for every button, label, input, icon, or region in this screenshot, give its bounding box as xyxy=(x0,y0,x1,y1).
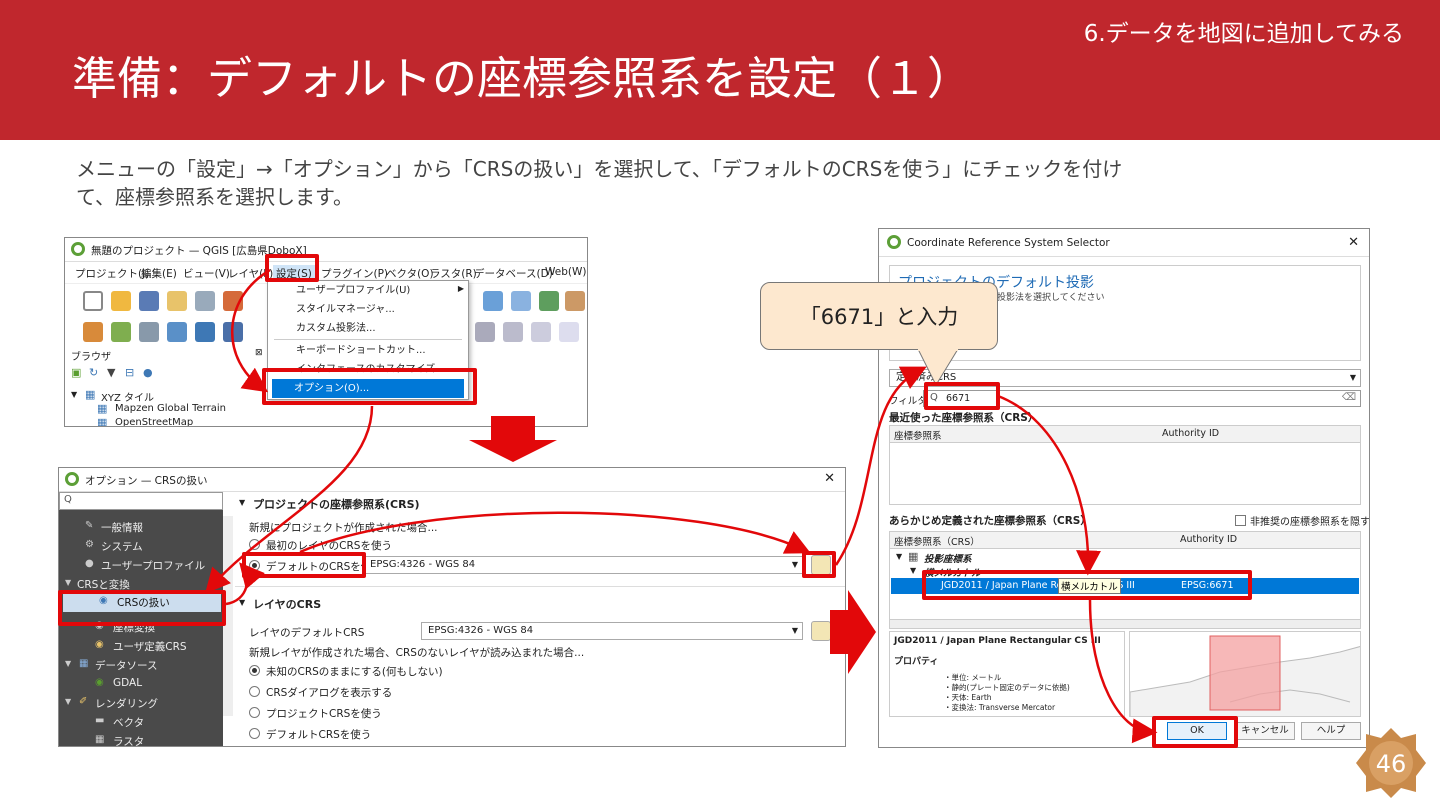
arrow-options-to-crs-handling xyxy=(205,405,374,594)
arrow-selection-to-ok xyxy=(1088,599,1158,744)
page-number: 46 xyxy=(1376,750,1407,778)
slide: 6.データを地図に追加してみる 準備：デフォルトの座標参照系を設定（１） メニュ… xyxy=(0,0,1440,810)
page-badge: 46 xyxy=(1356,728,1426,798)
arrow-settings-to-options xyxy=(231,268,271,393)
arrow-down-big xyxy=(469,416,557,462)
arrow-filter-to-selection xyxy=(997,394,1102,576)
arrow-right-big xyxy=(830,590,876,674)
arrow-select-button-to-crs-dialog xyxy=(834,366,927,566)
arrow-crs-handling-to-radio xyxy=(225,562,265,606)
arrow-overlay xyxy=(205,268,1158,744)
arrow-radio-to-select-button xyxy=(299,511,811,554)
